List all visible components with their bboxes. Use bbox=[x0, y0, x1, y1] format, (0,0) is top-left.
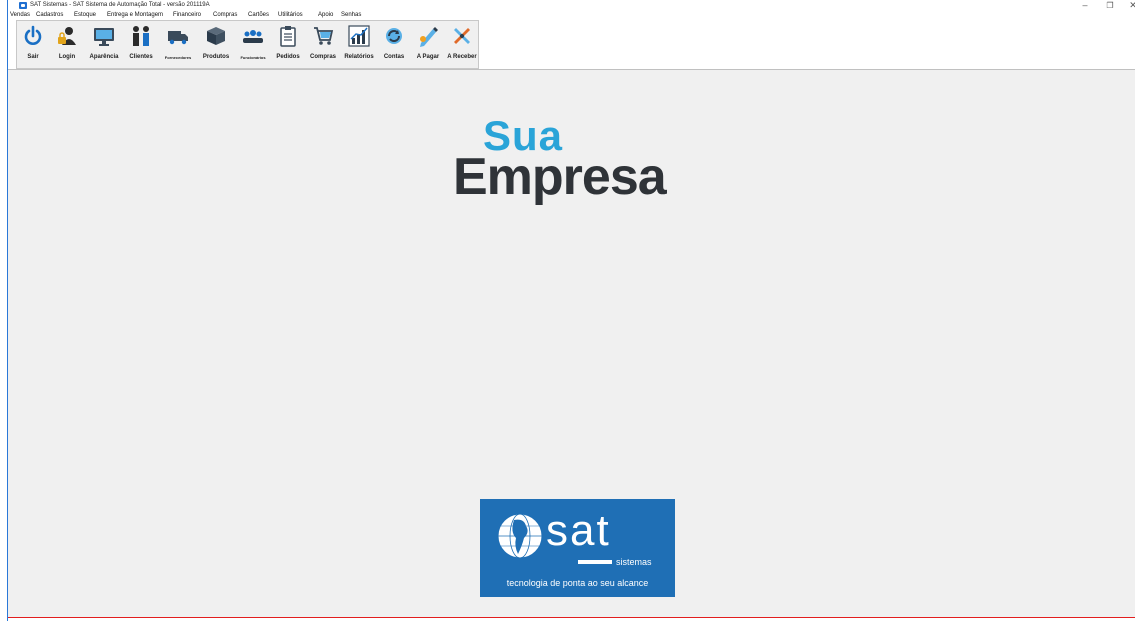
globe-icon bbox=[497, 513, 543, 559]
user-lock-icon bbox=[58, 27, 76, 45]
menu-financeiro[interactable]: Financeiro bbox=[173, 10, 201, 20]
toolbar-label-contas: Contas bbox=[383, 54, 405, 60]
menu-senhas[interactable]: Senhas bbox=[341, 10, 361, 20]
toolbar-label-funcionarios: Funcionários bbox=[240, 55, 266, 60]
toolbar-button-contas[interactable]: Contas bbox=[378, 23, 410, 67]
refresh-icon bbox=[386, 28, 402, 44]
truck-icon bbox=[168, 31, 188, 45]
company-logo-line2: Empresa bbox=[453, 148, 667, 206]
sat-logo: sat sistemas tecnologia de ponta ao seu … bbox=[480, 499, 675, 597]
company-logo: Sua Empresa bbox=[453, 115, 683, 225]
toolbar-button-produtos[interactable]: Produtos bbox=[198, 23, 234, 67]
monitor-icon bbox=[94, 28, 114, 46]
menu-estoque[interactable]: Estoque bbox=[74, 10, 96, 20]
main-area: Sua Empresa sat sistemas tecnologia de p… bbox=[8, 69, 1135, 621]
menu-cadastros[interactable]: Cadastros bbox=[36, 10, 63, 20]
toolbar-button-compras[interactable]: Compras bbox=[306, 23, 340, 67]
menu-cartoes[interactable]: Cartões bbox=[248, 10, 269, 20]
toolbar-button-a-pagar[interactable]: A Pagar bbox=[412, 23, 444, 67]
toolbar: Sair Login Aparência Clientes Fornecedor… bbox=[8, 20, 1135, 69]
status-strip bbox=[8, 617, 1135, 621]
app-icon[interactable] bbox=[19, 2, 27, 9]
toolbar-label-relatorios: Relatórios bbox=[344, 54, 374, 60]
toolbar-label-a-pagar: A Pagar bbox=[416, 54, 440, 60]
box-icon bbox=[207, 27, 225, 45]
toolbar-label-clientes: Clientes bbox=[129, 54, 153, 60]
toolbar-label-produtos: Produtos bbox=[202, 54, 230, 60]
window-left-frame bbox=[0, 0, 7, 621]
toolbar-button-clientes[interactable]: Clientes bbox=[124, 23, 158, 67]
toolbar-button-a-receber[interactable]: A Receber bbox=[446, 23, 478, 67]
bar-chart-icon bbox=[348, 25, 370, 47]
toolbar-button-funcionarios[interactable]: Funcionários bbox=[236, 23, 270, 67]
toolbar-button-fornecedores[interactable]: Fornecedores bbox=[160, 23, 196, 67]
toolbar-label-fornecedores: Fornecedores bbox=[164, 55, 192, 60]
toolbar-label-login: Login bbox=[58, 54, 76, 60]
sat-underline bbox=[578, 560, 612, 564]
toolbar-group: Sair Login Aparência Clientes Fornecedor… bbox=[16, 20, 479, 69]
app-window: SAT Sistemas - SAT Sistema de Automação … bbox=[0, 0, 1135, 621]
toolbar-label-a-receber: A Receber bbox=[447, 54, 477, 60]
toolbar-button-login[interactable]: Login bbox=[50, 23, 84, 67]
group-icon bbox=[243, 30, 263, 43]
cart-icon bbox=[314, 27, 334, 45]
power-icon bbox=[24, 25, 42, 45]
sat-tagline: tecnologia de ponta ao seu alcance bbox=[506, 578, 649, 588]
menu-utilitarios[interactable]: Utilitários bbox=[278, 10, 303, 20]
tools-icon bbox=[454, 28, 470, 44]
menu-vendas[interactable]: Vendas bbox=[10, 10, 30, 20]
toolbar-label-aparencia: Aparência bbox=[89, 54, 119, 60]
toolbar-label-compras: Compras bbox=[309, 54, 336, 60]
menu-compras[interactable]: Compras bbox=[213, 10, 237, 20]
menu-entrega-montagem[interactable]: Entrega e Montagem bbox=[107, 10, 163, 20]
toolbar-label-sair: Sair bbox=[27, 54, 39, 60]
toolbar-button-aparencia[interactable]: Aparência bbox=[86, 23, 122, 67]
window-title: SAT Sistemas - SAT Sistema de Automação … bbox=[30, 2, 210, 8]
menu-apoio[interactable]: Apoio bbox=[318, 10, 333, 20]
menu-bar: Vendas Cadastros Estoque Entrega e Monta… bbox=[8, 10, 1135, 20]
sat-wordmark: sat bbox=[546, 506, 611, 555]
sat-subtitle: sistemas bbox=[616, 557, 652, 567]
people-icon bbox=[133, 26, 149, 46]
clipboard-icon bbox=[280, 26, 296, 47]
toolbar-label-pedidos: Pedidos bbox=[276, 54, 300, 60]
toolbar-button-pedidos[interactable]: Pedidos bbox=[272, 23, 304, 67]
toolbar-button-relatorios[interactable]: Relatórios bbox=[342, 23, 376, 67]
toolbar-button-sair[interactable]: Sair bbox=[18, 23, 48, 67]
pen-icon bbox=[420, 27, 438, 47]
